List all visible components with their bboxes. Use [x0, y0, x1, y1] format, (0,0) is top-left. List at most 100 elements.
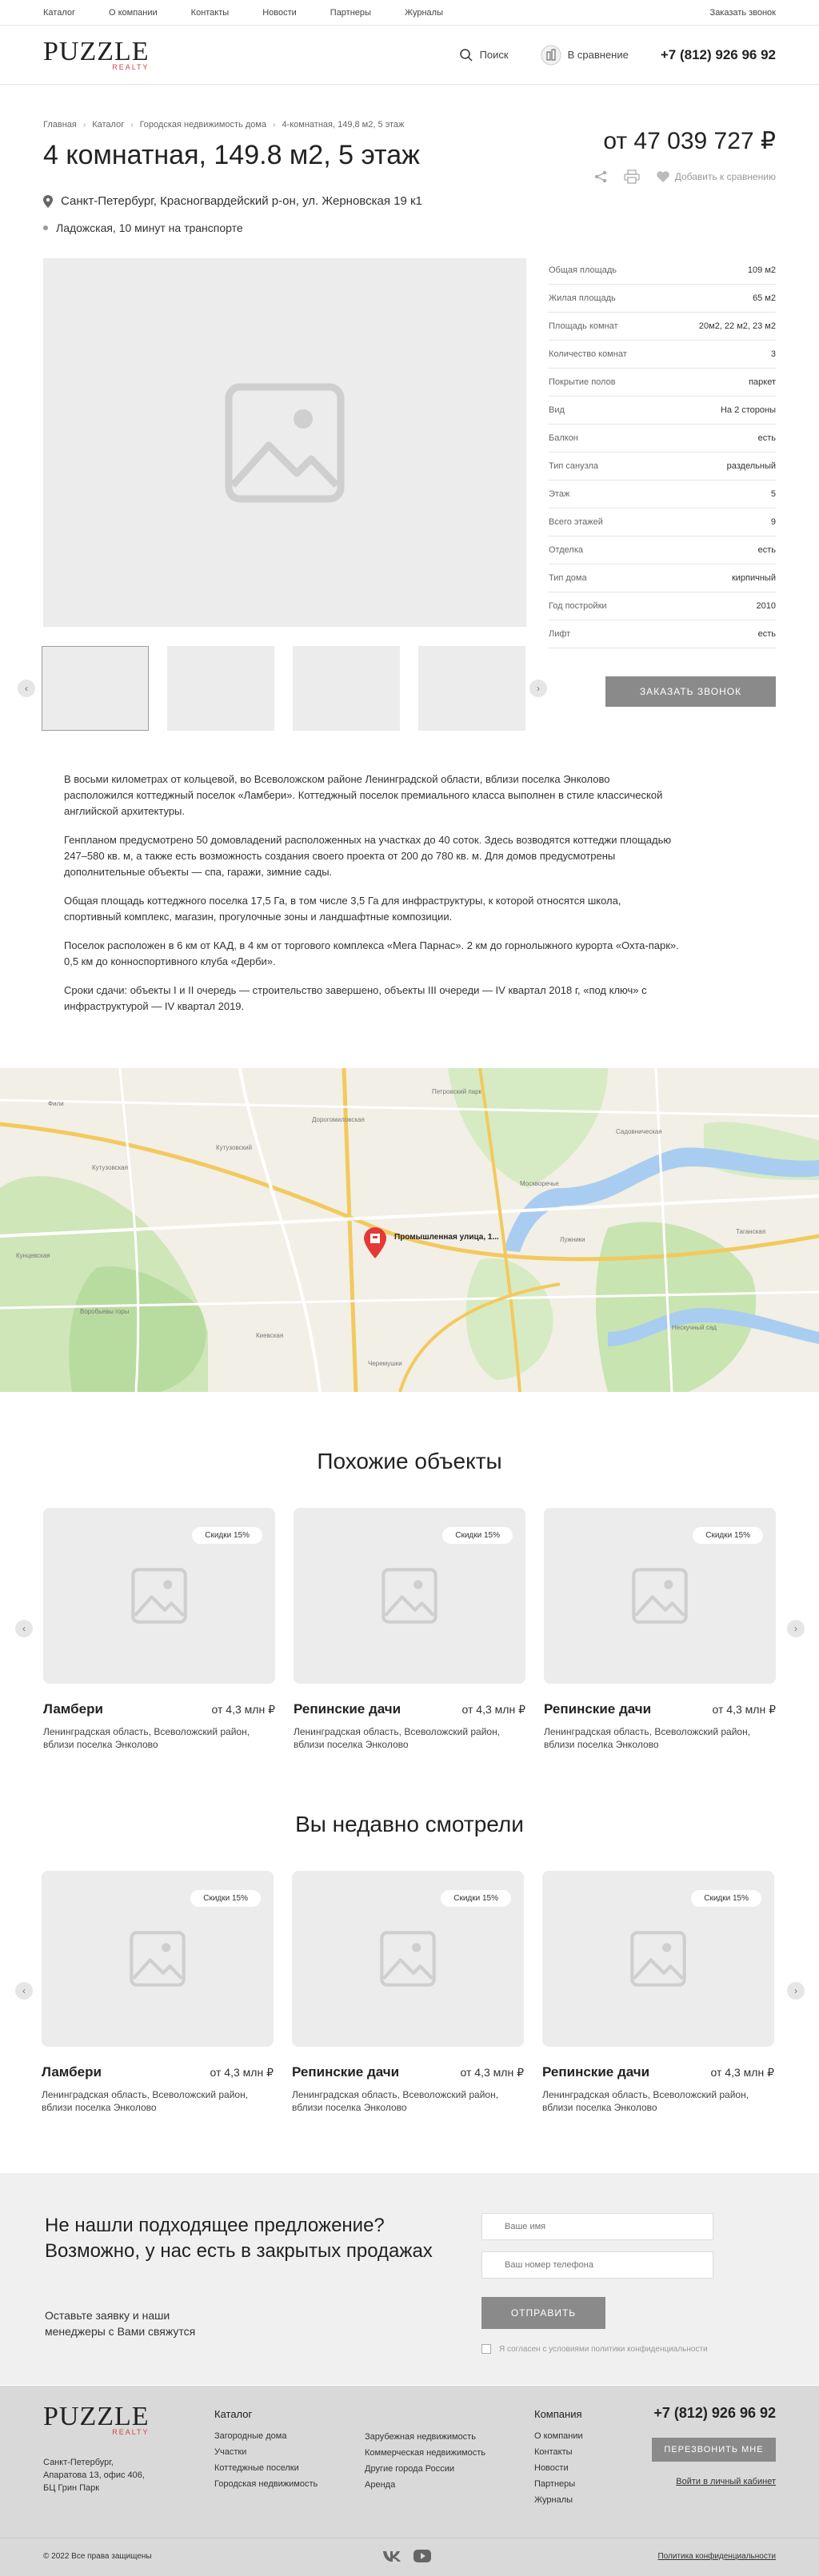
search-button[interactable]: Поиск	[459, 48, 509, 62]
spec-row: Отделка есть	[549, 536, 776, 564]
thumbs-prev-button[interactable]: ‹	[18, 680, 35, 697]
footer-catalog-2: Зарубежная недвижимость Коммерческая нед…	[365, 2432, 485, 2496]
compare-icon	[541, 45, 561, 65]
card-photo[interactable]: Скидки 15%	[542, 1871, 774, 2047]
footer-link[interactable]: Зарубежная недвижимость	[365, 2432, 485, 2442]
thumbnail[interactable]	[418, 646, 525, 731]
footer-link[interactable]: Партнеры	[534, 2479, 583, 2489]
object-card[interactable]: Скидки 15% Репинские дачи от 4,3 млн ₽ Ле…	[292, 1871, 524, 2114]
top-nav-partners[interactable]: Партнеры	[330, 8, 371, 18]
object-card[interactable]: Скидки 15% Репинские дачи от 4,3 млн ₽ Ле…	[294, 1508, 525, 1751]
thumbnail[interactable]	[42, 646, 149, 731]
top-nav-journals[interactable]: Журналы	[405, 8, 443, 18]
add-compare-button[interactable]: Добавить к сравнению	[656, 170, 776, 183]
top-nav-catalog[interactable]: Каталог	[43, 8, 75, 18]
card-photo[interactable]: Скидки 15%	[294, 1508, 525, 1684]
spec-label: Общая площадь	[549, 265, 617, 275]
chevron-right-icon: ›	[273, 120, 276, 130]
footer-link[interactable]: Журналы	[534, 2495, 583, 2505]
footer-logo[interactable]: PUZZLE REALTY	[43, 2403, 150, 2436]
footer-link[interactable]: Новости	[534, 2463, 583, 2473]
vk-icon[interactable]	[382, 2550, 402, 2562]
description-paragraph: В восьми километрах от кольцевой, во Все…	[64, 773, 663, 817]
consent: Я согласен с условиями политики конфиден…	[481, 2344, 708, 2354]
spec-label: Балкон	[549, 433, 578, 443]
card-photo[interactable]: Скидки 15%	[544, 1508, 776, 1684]
footer-link[interactable]: Загородные дома	[214, 2431, 318, 2441]
image-placeholder-icon	[380, 1931, 436, 1987]
map-label: Фили	[48, 1100, 64, 1107]
youtube-icon[interactable]	[413, 2549, 432, 2563]
chevron-right-icon: ›	[537, 683, 540, 694]
spec-value: На 2 стороны	[720, 405, 776, 415]
listing-price: от 47 039 727 ₽	[603, 128, 776, 154]
card-header: Ламбери от 4,3 млн ₽	[42, 2064, 274, 2080]
map-label: Киевская	[256, 1332, 284, 1339]
thumbnail[interactable]	[167, 646, 274, 731]
object-card[interactable]: Скидки 15% Ламбери от 4,3 млн ₽ Ленинград…	[42, 1871, 274, 2114]
footer-link[interactable]: Контакты	[534, 2447, 583, 2457]
map-label: Москворечье	[520, 1180, 559, 1187]
top-nav-about[interactable]: О компании	[109, 8, 158, 18]
cabinet-link[interactable]: Войти в личный кабинет	[676, 2477, 776, 2486]
card-header: Ламбери от 4,3 млн ₽	[43, 1701, 275, 1717]
top-callback-link[interactable]: Заказать звонок	[710, 8, 776, 18]
metro-text: Ладожская, 10 минут на транспорте	[56, 221, 243, 234]
spec-value: кирпичный	[731, 573, 776, 583]
breadcrumb-catalog[interactable]: Каталог	[92, 120, 124, 130]
spec-label: Площадь комнат	[549, 321, 618, 331]
print-icon[interactable]	[624, 169, 640, 184]
logo-sub: REALTY	[112, 63, 150, 71]
spec-value: 5	[770, 489, 776, 499]
map-canvas	[0, 1068, 819, 1392]
thumbnail[interactable]	[293, 646, 400, 731]
spec-value: 3	[770, 349, 776, 359]
chevron-right-icon: ›	[82, 120, 86, 130]
logo[interactable]: PUZZLE REALTY	[43, 38, 150, 71]
compare-button[interactable]: В сравнение	[541, 45, 629, 66]
footer-link[interactable]: Коммерческая недвижимость	[365, 2448, 485, 2458]
footer-link[interactable]: Другие города России	[365, 2464, 485, 2474]
top-nav-news[interactable]: Новости	[262, 8, 297, 18]
privacy-link[interactable]: Политика конфиденциальности	[657, 2552, 776, 2561]
phone-input[interactable]	[481, 2251, 713, 2279]
submit-button[interactable]: ОТПРАВИТЬ	[481, 2297, 605, 2329]
breadcrumb-home[interactable]: Главная	[43, 120, 77, 130]
main-photo[interactable]	[43, 258, 526, 627]
listing-actions: Добавить к сравнению	[593, 169, 776, 184]
object-card[interactable]: Скидки 15% Репинские дачи от 4,3 млн ₽ Ле…	[542, 1871, 774, 2114]
footer-link[interactable]: О компании	[534, 2431, 583, 2441]
card-photo[interactable]: Скидки 15%	[292, 1871, 524, 2047]
card-name: Репинские дачи	[542, 2064, 650, 2080]
callback-button[interactable]: ПЕРЕЗВОНИТЬ МНЕ	[652, 2438, 776, 2462]
card-price: от 4,3 млн ₽	[460, 2066, 524, 2079]
map-label: Петровский парк	[432, 1088, 482, 1095]
card-photo[interactable]: Скидки 15%	[42, 1871, 274, 2047]
footer-link[interactable]: Городская недвижимость	[214, 2479, 318, 2489]
name-input[interactable]	[481, 2213, 713, 2240]
map-label: Таганская	[736, 1228, 766, 1235]
map-marker[interactable]	[362, 1226, 388, 1262]
footer-link[interactable]: Участки	[214, 2447, 318, 2457]
address-text: Санкт-Петербург, Красногвардейский р-он,…	[61, 194, 422, 208]
similar-cards: Скидки 15% Ламбери от 4,3 млн ₽ Ленинград…	[0, 1508, 819, 1764]
map[interactable]: Кутузовская Кутузовский Дорогомиловская …	[0, 1068, 819, 1392]
footer-link[interactable]: Коттеджные поселки	[214, 2463, 318, 2473]
object-card[interactable]: Скидки 15% Репинские дачи от 4,3 млн ₽ Ле…	[544, 1508, 776, 1751]
map-label: Кутузовский	[216, 1144, 253, 1151]
order-call-button[interactable]: ЗАКАЗАТЬ ЗВОНОК	[605, 676, 776, 707]
consent-checkbox[interactable]	[481, 2344, 491, 2354]
thumbs-next-button[interactable]: ›	[529, 680, 547, 697]
footer-phone[interactable]: +7 (812) 926 96 92	[653, 2405, 776, 2422]
object-card[interactable]: Скидки 15% Ламбери от 4,3 млн ₽ Ленинград…	[43, 1508, 275, 1751]
footer-link[interactable]: Аренда	[365, 2480, 485, 2490]
card-photo[interactable]: Скидки 15%	[43, 1508, 275, 1684]
top-nav-contacts[interactable]: Контакты	[191, 8, 230, 18]
logo-main: PUZZLE	[43, 2402, 150, 2431]
header-phone[interactable]: +7 (812) 926 96 92	[661, 47, 776, 63]
page-title: 4 комнатная, 149.8 м2, 5 этаж	[43, 140, 420, 170]
share-icon[interactable]	[593, 169, 608, 184]
discount-badge: Скидки 15%	[693, 1527, 763, 1544]
image-placeholder-icon	[630, 1931, 686, 1987]
breadcrumb-city-houses[interactable]: Городская недвижимость дома	[140, 120, 267, 130]
